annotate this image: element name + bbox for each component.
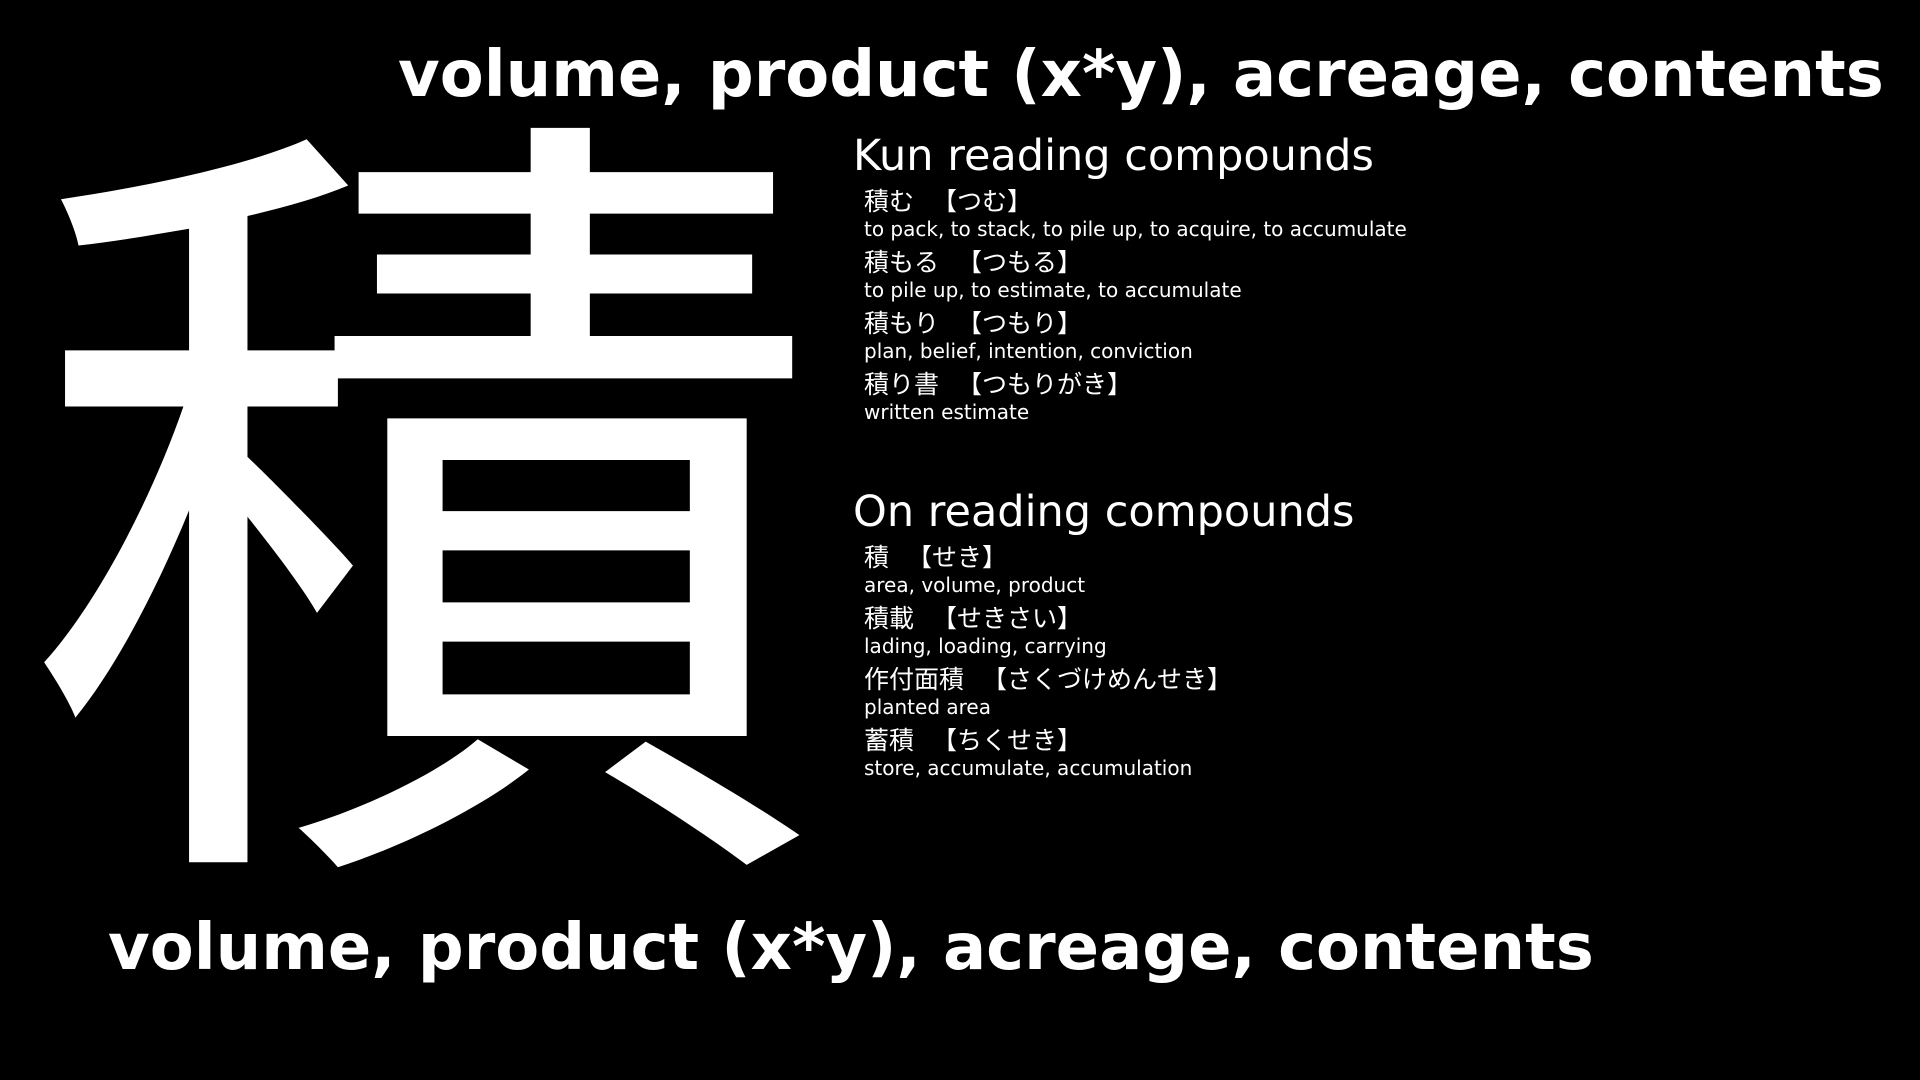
compound-meaning: written estimate — [864, 400, 1030, 424]
kanji-character: 積 — [25, 57, 825, 989]
compound-meaning: planted area — [864, 695, 991, 719]
compound-word: 作付面積 — [864, 665, 965, 694]
compound-word-line: 積載 【せきさい】 — [864, 604, 1232, 634]
compound-word-line: 積もる 【つもる】 — [864, 248, 1407, 278]
compound-reading: 【さくづけめんせき】 — [982, 665, 1233, 694]
compound-word-line: 積【せき】 — [864, 543, 1232, 573]
compound-reading: 【ちくせき】 — [932, 726, 1083, 755]
kun-section-title: Kun reading compounds — [853, 131, 1374, 181]
on-compound-item: 作付面積 【さくづけめんせき】 planted area — [864, 665, 1232, 726]
kun-compound-item: 積もり 【つもり】 plan, belief, intention, convic… — [864, 309, 1407, 370]
compound-word: 積もる — [864, 248, 940, 277]
compound-word-line: 蓄積 【ちくせき】 — [864, 726, 1232, 756]
compound-reading: 【せきさい】 — [932, 604, 1083, 633]
kun-compound-list: 積む 【つむ】 to pack, to stack, to pile up, to… — [864, 187, 1407, 431]
kun-compound-item: 積り書 【つもりがき】 written estimate — [864, 370, 1407, 431]
compound-meaning: store, accumulate, accumulation — [864, 756, 1193, 780]
kun-compound-item: 積もる 【つもる】 to pile up, to estimate, to acc… — [864, 248, 1407, 309]
compound-word-line: 積り書 【つもりがき】 — [864, 370, 1407, 400]
compound-reading: 【つむ】 — [932, 187, 1033, 216]
compound-meaning: area, volume, product — [864, 573, 1086, 597]
compound-word: 積載 — [864, 604, 915, 633]
compound-word-line: 積む 【つむ】 — [864, 187, 1407, 217]
compound-word: 積もり — [864, 309, 940, 338]
on-compound-item: 積【せき】 area, volume, product — [864, 543, 1232, 604]
compound-meaning: to pile up, to estimate, to accumulate — [864, 278, 1242, 302]
compound-meaning: lading, loading, carrying — [864, 634, 1107, 658]
compound-word: 積む — [864, 187, 915, 216]
on-compound-item: 積載 【せきさい】 lading, loading, carrying — [864, 604, 1232, 665]
compound-reading: 【つもりがき】 — [957, 370, 1133, 399]
compound-reading: 【つもり】 — [957, 309, 1083, 338]
compound-meaning: to pack, to stack, to pile up, to acquir… — [864, 217, 1407, 241]
compound-word-line: 作付面積 【さくづけめんせき】 — [864, 665, 1232, 695]
bottom-meaning-text: volume, product (x*y), acreage, contents — [108, 911, 1594, 985]
compound-word: 積 — [864, 543, 890, 572]
kun-compound-item: 積む 【つむ】 to pack, to stack, to pile up, to… — [864, 187, 1407, 248]
on-compound-item: 蓄積 【ちくせき】 store, accumulate, accumulation — [864, 726, 1232, 787]
compound-reading: 【つもる】 — [957, 248, 1083, 277]
compound-word-line: 積もり 【つもり】 — [864, 309, 1407, 339]
on-section-title: On reading compounds — [853, 487, 1355, 537]
on-compound-list: 積【せき】 area, volume, product 積載 【せきさい】 lad… — [864, 543, 1232, 787]
compound-meaning: plan, belief, intention, conviction — [864, 339, 1193, 363]
compound-reading: 【せき】 — [907, 543, 1008, 572]
compound-word: 蓄積 — [864, 726, 915, 755]
compound-word: 積り書 — [864, 370, 940, 399]
